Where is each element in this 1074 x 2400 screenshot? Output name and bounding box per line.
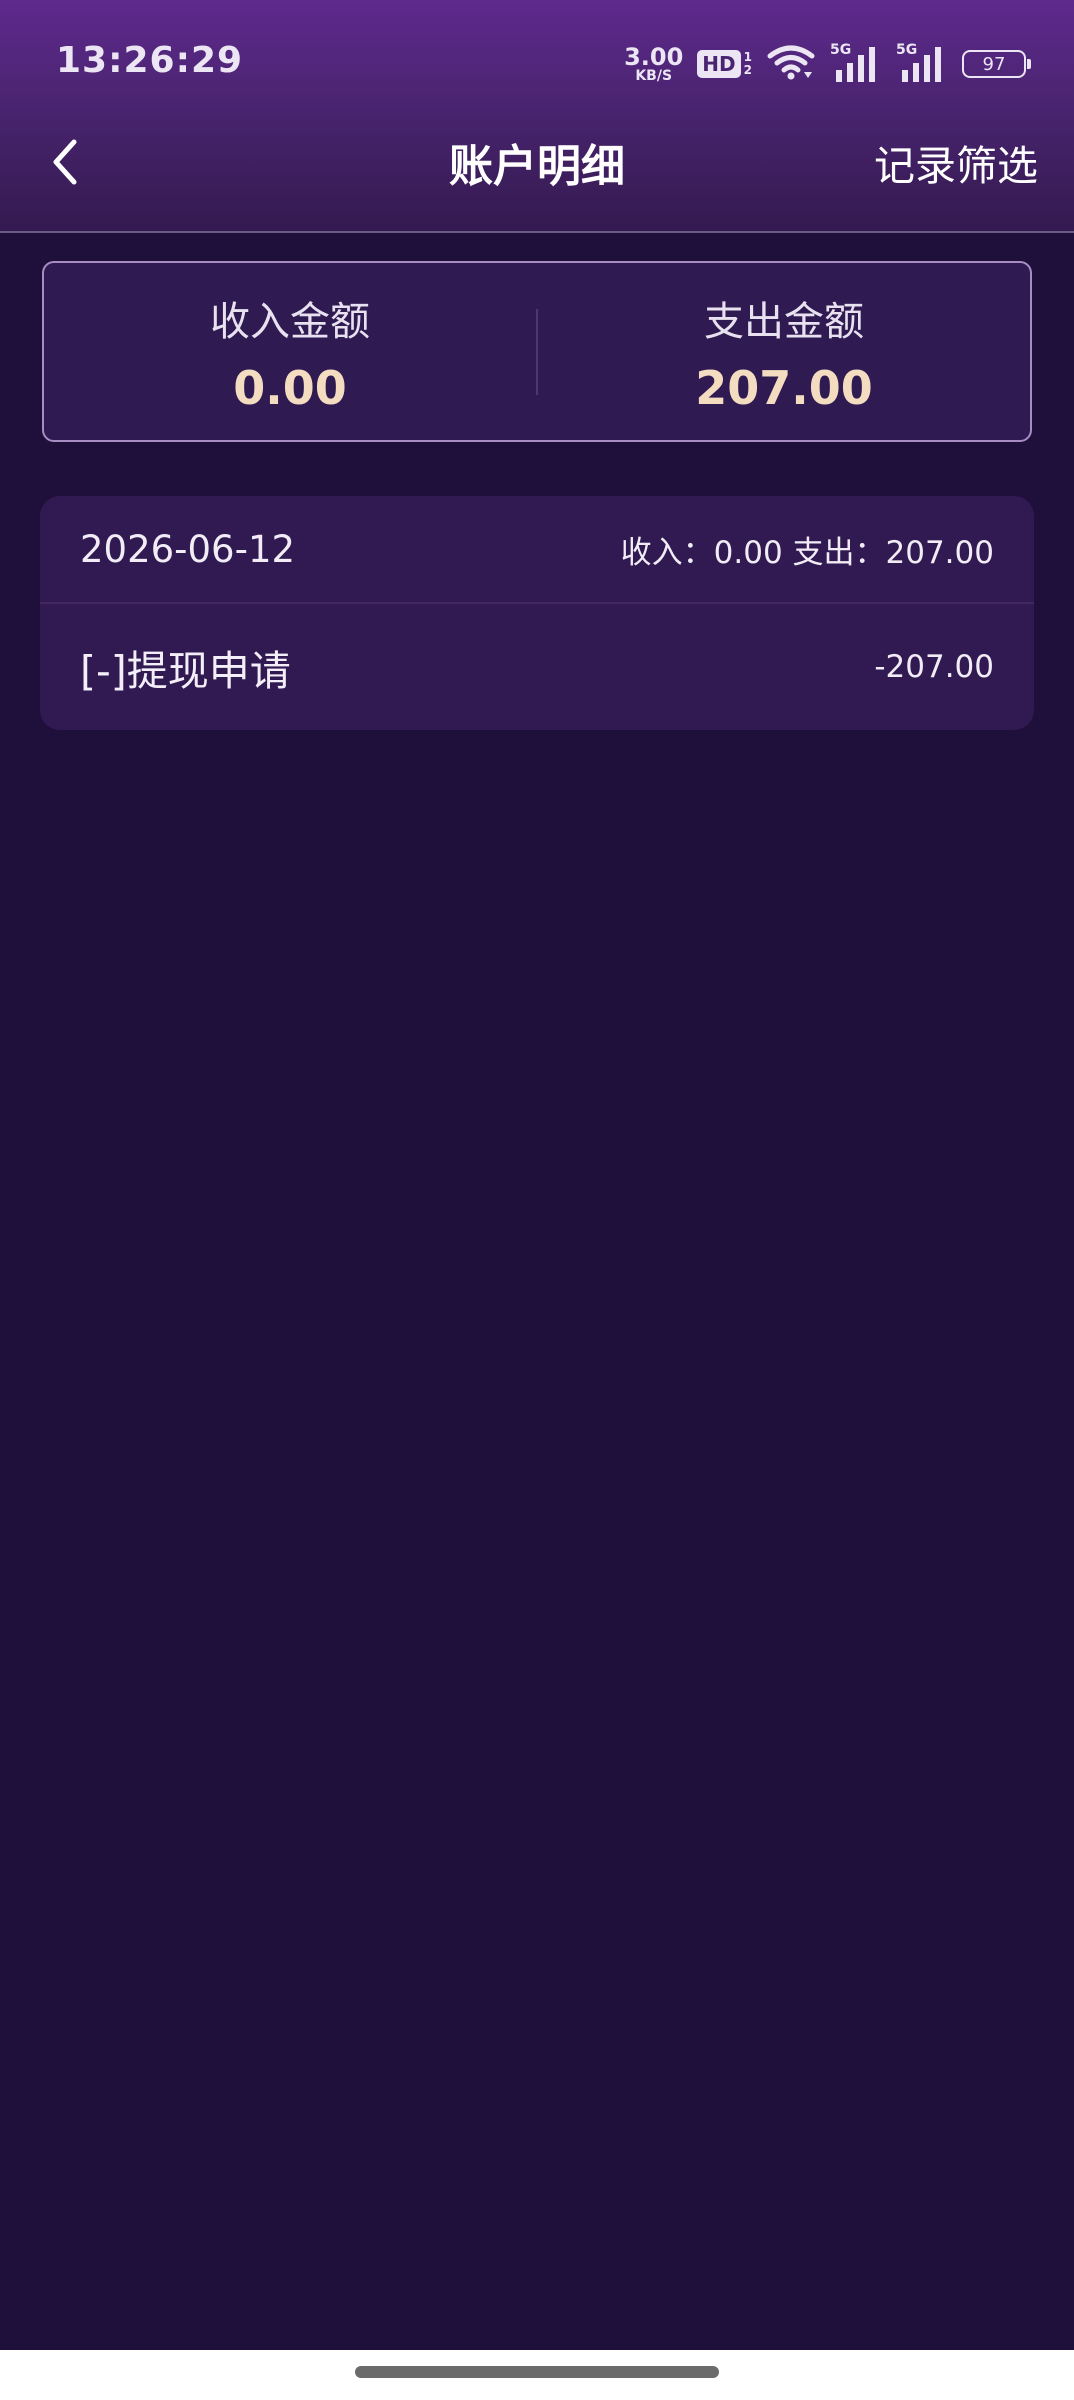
record-day-summary: 收入：0.00 支出：207.00 [620, 534, 994, 571]
signal-sim1-icon: 5G [830, 42, 882, 84]
signal-sim1-tag: 5G [830, 42, 852, 58]
balance-summary-card: 收入金额 0.00 支出金额 207.00 [42, 261, 1032, 442]
network-speed-unit: KB/S [635, 68, 673, 84]
record-group-card: 2026-06-12 收入：0.00 支出：207.00 [-]提现申请 -20… [40, 496, 1034, 730]
hd-voice-icon: HD 1 2 [697, 50, 752, 78]
status-time: 13:26:29 [56, 40, 244, 81]
record-amount: -207.00 [874, 649, 994, 685]
system-navigation-bar [0, 2350, 1074, 2400]
hd-label: HD [697, 50, 741, 78]
battery-level: 97 [982, 53, 1006, 75]
expense-label: 支出金额 [704, 298, 864, 345]
record-date: 2026-06-12 [80, 527, 296, 571]
record-group-header: 2026-06-12 收入：0.00 支出：207.00 [40, 496, 1034, 604]
home-indicator[interactable] [355, 2366, 719, 2378]
income-value: 0.00 [233, 360, 347, 415]
wifi-icon [766, 42, 816, 86]
signal-sim2-icon: 5G [896, 42, 948, 84]
hd-sub-bottom: 2 [743, 63, 752, 77]
network-speed-value: 3.00 [624, 43, 684, 71]
battery-icon: 97 [962, 50, 1031, 78]
network-speed: 3.00 KB/S [624, 45, 683, 83]
app-header: 13:26:29 3.00 KB/S HD 1 2 5G 5G 97 账户明细 … [0, 0, 1074, 233]
record-filter-button[interactable]: 记录筛选 [874, 132, 1038, 192]
expense-value: 207.00 [695, 360, 873, 415]
income-summary: 收入金额 0.00 [44, 289, 536, 415]
hd-sim-indicator: 1 2 [744, 51, 752, 77]
status-icons: 3.00 KB/S HD 1 2 5G 5G 97 [624, 40, 1031, 88]
status-bar: 13:26:29 3.00 KB/S HD 1 2 5G 5G 97 [0, 0, 1074, 120]
signal-sim2-tag: 5G [896, 42, 918, 58]
income-label: 收入金额 [210, 298, 370, 345]
expense-summary: 支出金额 207.00 [538, 289, 1030, 415]
list-item[interactable]: [-]提现申请 -207.00 [40, 604, 1034, 730]
record-title: [-]提现申请 [80, 647, 291, 695]
